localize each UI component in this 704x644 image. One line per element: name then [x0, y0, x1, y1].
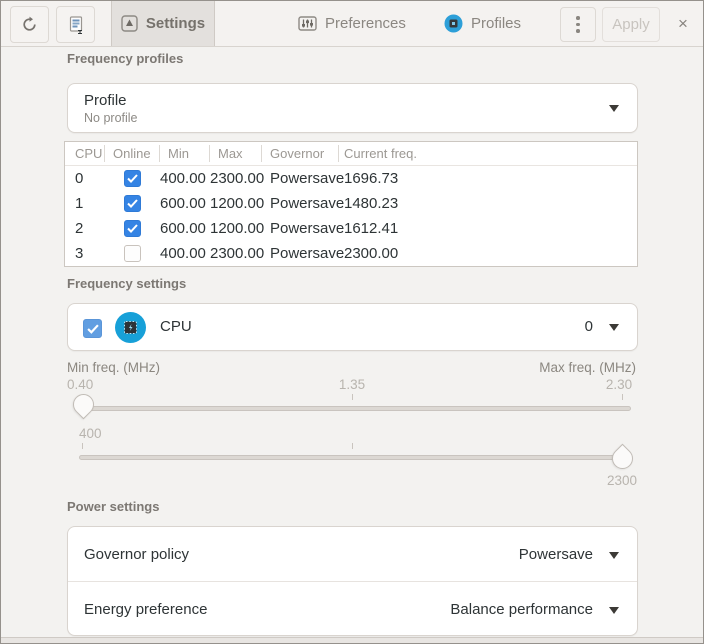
sliders-icon — [298, 15, 317, 32]
tab-settings-label: Settings — [146, 15, 205, 32]
governor: Powersave — [262, 195, 339, 212]
tab-profiles-label: Profiles — [471, 15, 521, 32]
min-freq-slider-track[interactable] — [79, 406, 631, 411]
online-checkbox[interactable] — [124, 195, 141, 212]
max-freq-label: Max freq. (MHz) — [539, 360, 636, 375]
max-freq: 2300.00 — [210, 245, 262, 262]
col-min: Min — [160, 145, 210, 162]
chevron-down-icon[interactable] — [609, 324, 619, 331]
profile-dropdown[interactable]: Profile No profile — [67, 83, 638, 133]
menu-button[interactable] — [560, 7, 596, 42]
close-button[interactable]: × — [668, 7, 698, 40]
power-settings-card: Governor policy Powersave Energy prefere… — [67, 526, 638, 636]
gauge-icon — [121, 15, 138, 32]
tab-preferences[interactable]: Preferences — [298, 1, 406, 46]
chevron-down-icon — [609, 552, 619, 559]
tab-settings[interactable]: Settings — [111, 1, 215, 46]
max-freq-slider-handle[interactable] — [608, 444, 638, 474]
chevron-down-icon — [609, 105, 619, 112]
max-freq: 1200.00 — [210, 220, 262, 237]
power-settings-title: Power settings — [67, 499, 159, 514]
cpu-table: CPU Online Min Max Governor Current freq… — [64, 141, 638, 267]
governor-policy-dropdown[interactable]: Governor policy Powersave — [68, 527, 637, 581]
energy-preference-dropdown[interactable]: Energy preference Balance performance — [68, 582, 637, 636]
kebab-icon — [576, 16, 580, 20]
scale-tick — [82, 443, 83, 449]
cpu-id: 0 — [65, 170, 105, 187]
col-max: Max — [210, 145, 262, 162]
tab-profiles[interactable]: Profiles — [444, 1, 521, 46]
close-icon: × — [678, 14, 688, 34]
cpu-selector-label: CPU — [160, 318, 192, 335]
apply-button[interactable]: Apply — [602, 7, 660, 42]
governor-policy-value: Powersave — [519, 546, 593, 563]
min-scale-end: 2.30 — [606, 377, 632, 392]
min-freq: 400.00 — [160, 170, 210, 187]
cpu-id: 2 — [65, 220, 105, 237]
online-checkbox[interactable] — [124, 170, 141, 187]
current-freq: 2300.00 — [339, 245, 637, 262]
current-freq: 1696.73 — [339, 170, 637, 187]
frequency-settings-title: Frequency settings — [67, 276, 186, 291]
log-button[interactable] — [56, 6, 95, 43]
cpu-id: 1 — [65, 195, 105, 212]
current-freq: 1480.23 — [339, 195, 637, 212]
cpu-selector-card: CPU 0 — [67, 303, 638, 351]
max-scale-end: 2300 — [607, 473, 637, 488]
min-freq-slider-handle[interactable] — [69, 390, 99, 420]
check-icon — [127, 224, 138, 233]
cpu-chip-icon — [115, 312, 146, 343]
cpu-enable-checkbox[interactable] — [83, 319, 102, 338]
governor: Powersave — [262, 245, 339, 262]
current-freq: 1612.41 — [339, 220, 637, 237]
check-icon — [127, 199, 138, 208]
min-freq: 600.00 — [160, 220, 210, 237]
frequency-profiles-title: Frequency profiles — [67, 51, 183, 66]
governor: Powersave — [262, 220, 339, 237]
online-checkbox[interactable] — [124, 245, 141, 262]
cpu-table-header: CPU Online Min Max Governor Current freq… — [65, 142, 637, 166]
max-freq-slider-track[interactable] — [79, 455, 631, 460]
min-freq-label: Min freq. (MHz) — [67, 360, 160, 375]
col-cpu: CPU — [65, 145, 105, 162]
refresh-icon — [21, 16, 38, 33]
scale-tick — [352, 394, 353, 400]
scale-tick — [352, 443, 353, 449]
min-freq: 400.00 — [160, 245, 210, 262]
refresh-button[interactable] — [10, 6, 49, 43]
cpupower-window: Settings Preferences Profiles — [0, 0, 704, 644]
energy-preference-value: Balance performance — [450, 601, 593, 618]
col-current-freq: Current freq. — [339, 145, 637, 162]
table-row-cpu1[interactable]: 1 600.00 1200.00 Powersave 1480.23 — [65, 191, 637, 216]
scale-tick — [622, 394, 623, 400]
cpu-id: 3 — [65, 245, 105, 262]
col-online: Online — [105, 145, 160, 162]
cpu-selector-value: 0 — [585, 318, 593, 335]
energy-preference-label: Energy preference — [84, 601, 207, 618]
min-scale-start: 0.40 — [67, 377, 93, 392]
min-scale-mid: 1.35 — [339, 377, 365, 392]
profiles-chip-icon — [444, 14, 463, 33]
max-freq: 2300.00 — [210, 170, 262, 187]
table-row-cpu3[interactable]: 3 400.00 2300.00 Powersave 2300.00 — [65, 241, 637, 266]
max-freq: 1200.00 — [210, 195, 262, 212]
online-checkbox[interactable] — [124, 220, 141, 237]
apply-button-label: Apply — [612, 16, 650, 33]
table-row-cpu0[interactable]: 0 400.00 2300.00 Powersave 1696.73 — [65, 166, 637, 191]
chevron-down-icon — [609, 607, 619, 614]
header-bar: Settings Preferences Profiles — [1, 1, 703, 47]
tab-preferences-label: Preferences — [325, 15, 406, 32]
governor: Powersave — [262, 170, 339, 187]
col-governor: Governor — [262, 145, 339, 162]
governor-policy-label: Governor policy — [84, 546, 189, 563]
window-bottom-edge — [1, 637, 703, 643]
check-icon — [87, 324, 99, 334]
profile-dropdown-value: No profile — [84, 111, 138, 125]
document-icon — [68, 16, 84, 34]
check-icon — [127, 174, 138, 183]
min-freq: 600.00 — [160, 195, 210, 212]
max-scale-start: 400 — [79, 426, 102, 441]
table-row-cpu2[interactable]: 2 600.00 1200.00 Powersave 1612.41 — [65, 216, 637, 241]
profile-dropdown-title: Profile — [84, 92, 127, 109]
